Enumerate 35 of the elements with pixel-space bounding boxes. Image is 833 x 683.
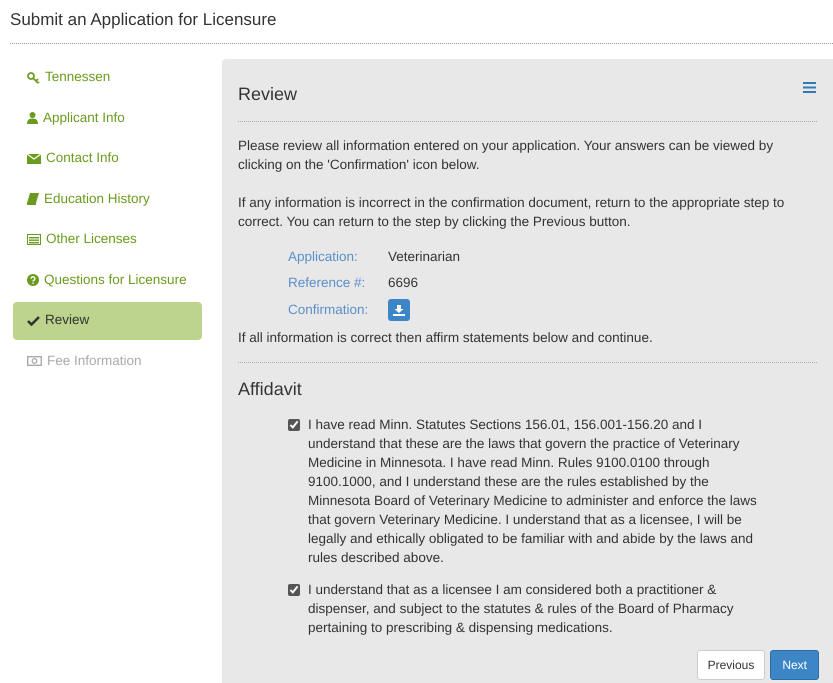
step-link[interactable]: Tennessen [13,58,202,96]
step-link[interactable]: Questions for Licensure [13,261,202,299]
affidavit-statement: I have read Minn. Statutes Sections 156.01, 156.001-156.20 and I understand that these are the laws that govern the practice of Veterinary Medicine in Minnesota. I have read Minn. Rules 9100.0100 through 9100.1000, and I understand these are the rules established by the Minnesota Board of Veterinary Medicine to administer and enforce the laws that govern Veterinary Medicine. I understand that as a licensee, I will be legally and ethically obligated to be familiar with and abide by the laws and rules described above. [308,416,758,568]
download-icon [393,304,405,316]
question-icon [27,274,39,286]
affidavit-checkbox[interactable] [288,584,300,596]
affidavit-statement: I understand that as a licensee I am considered both a practitioner & dispenser, and subject to the statutes & rules of the Board of Pharmacy pertaining to prescribing & dispensing medications. [308,581,734,638]
next-button[interactable]: Next [770,650,819,680]
panel-title: Review [238,82,298,106]
list-card-icon [27,234,41,245]
field-label: Reference #: [288,274,366,292]
instruction-text: Please review all information entered on your application. Your answers can be viewed by clicking on the 'Confirmation' icon below. [238,136,774,174]
affidavit-title: Affidavit [238,378,303,402]
step-link[interactable]: Review [13,302,202,340]
field-value: Veterinarian [388,248,460,266]
book-icon [27,193,39,205]
step-link[interactable]: Applicant Info [13,99,202,137]
checkmark-icon [27,315,40,326]
person-icon [27,112,38,124]
key-icon [27,72,40,84]
menu-icon[interactable] [803,82,816,92]
previous-button[interactable]: Previous [696,650,766,680]
step-link[interactable]: Contact Info [13,140,202,178]
field-label: Application: [288,248,359,266]
affidavit-checkbox[interactable] [288,419,300,432]
money-icon [27,356,42,366]
field-label: Confirmation: [288,300,370,319]
step-link[interactable]: Other Licenses [13,220,202,258]
page-title: Submit an Application for Licensure [10,7,833,44]
download-button[interactable] [388,299,410,321]
instruction-text: If any information is incorrect in the confirmation document, return to the appropriate step to correct. You can return to the step by clicking the Previous button. [238,194,786,230]
instruction-text: If all information is correct then affirm statements below and continue. [238,328,817,364]
envelope-icon [27,154,41,164]
step-link[interactable]: Education History [13,180,202,218]
field-value: 6696 [388,274,418,292]
